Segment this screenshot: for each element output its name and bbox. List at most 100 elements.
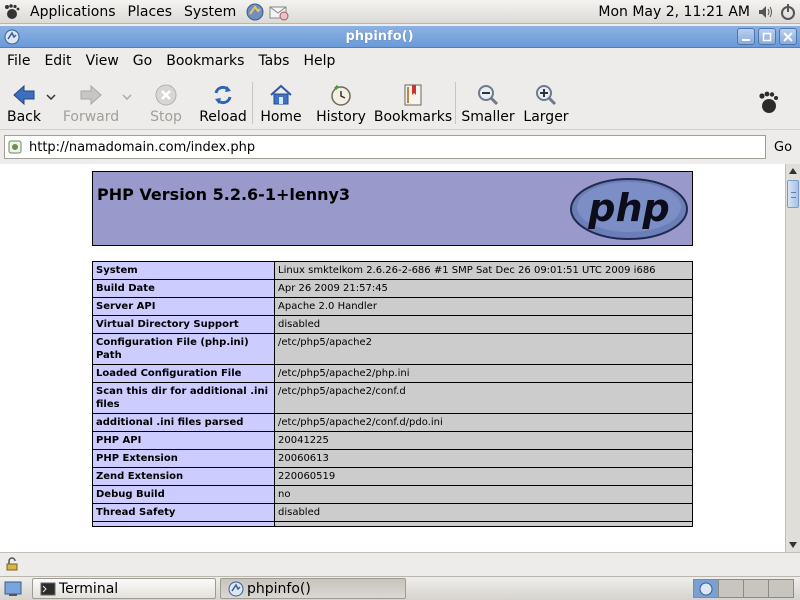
scrollbar-thumb[interactable]	[787, 180, 799, 208]
taskbar-terminal[interactable]: Terminal	[32, 578, 216, 599]
toolbar-separator	[252, 82, 253, 124]
php-logo-icon[interactable]: php	[569, 177, 689, 241]
row-key: System	[92, 261, 275, 280]
show-desktop-icon[interactable]	[2, 578, 24, 600]
php-version-title: PHP Version 5.2.6-1+lenny3	[97, 185, 351, 204]
browser-icon	[225, 581, 247, 597]
php-version-header: PHP Version 5.2.6-1+lenny3 php	[92, 171, 693, 246]
row-key: PHP Extension	[92, 449, 275, 468]
back-label: Back	[7, 109, 41, 125]
forward-button[interactable]: Forward	[62, 74, 120, 130]
home-label: Home	[260, 109, 302, 125]
go-button[interactable]: Go	[774, 140, 792, 155]
browser-icon	[699, 582, 713, 595]
table-row: Debug Build no	[92, 485, 693, 504]
menu-view[interactable]: View	[79, 49, 126, 73]
table-row: Virtual Directory Support disabled	[92, 315, 693, 334]
minimize-icon	[742, 38, 750, 41]
gnome-foot-icon[interactable]	[0, 0, 24, 24]
taskbar-phpinfo[interactable]: phpinfo()	[220, 578, 406, 599]
workspace-1[interactable]	[693, 579, 719, 598]
forward-history-dropdown[interactable]	[118, 74, 136, 100]
location-bar: http://namadomain.com/index.php Go	[0, 132, 800, 162]
top-panel: Applications Places System Mon May 2, 11…	[0, 0, 800, 24]
url-input[interactable]: http://namadomain.com/index.php	[4, 135, 766, 159]
reload-button[interactable]: Reload	[199, 74, 247, 130]
workspace-2[interactable]	[718, 579, 744, 598]
table-row: PHP API 20041225	[92, 431, 693, 450]
clock[interactable]: Mon May 2, 11:21 AM	[598, 4, 756, 20]
close-button[interactable]	[779, 28, 797, 45]
taskbar-terminal-label: Terminal	[59, 580, 119, 597]
minimize-button[interactable]	[737, 28, 755, 45]
row-key: Virtual Directory Support	[92, 315, 275, 334]
stop-button[interactable]: Stop	[146, 74, 186, 130]
web-browser-launcher-icon[interactable]	[244, 1, 266, 23]
back-button[interactable]: Back	[6, 74, 42, 130]
table-row: Configuration File (php.ini) Path/etc/ph…	[92, 333, 693, 365]
home-icon	[268, 82, 294, 108]
row-value	[274, 521, 693, 527]
home-button[interactable]: Home	[259, 74, 303, 130]
row-value: /etc/php5/apache2	[274, 333, 693, 365]
bookmarks-label: Bookmarks	[373, 109, 453, 125]
bookmarks-button[interactable]: Bookmarks	[373, 74, 453, 130]
scroll-up-arrow-icon[interactable]	[786, 164, 800, 178]
larger-label: Larger	[523, 109, 569, 125]
menu-tabs[interactable]: Tabs	[251, 49, 296, 73]
menu-file[interactable]: File	[0, 49, 37, 73]
chevron-down-icon	[122, 94, 132, 100]
vertical-scrollbar[interactable]	[785, 164, 800, 552]
navigation-toolbar: Back Forward Stop Reload Home History Bo…	[0, 74, 800, 130]
volume-icon[interactable]	[756, 2, 776, 22]
menu-bookmarks[interactable]: Bookmarks	[159, 49, 251, 73]
row-value: 20041225	[274, 431, 693, 450]
workspace-3[interactable]	[743, 579, 769, 598]
status-bar	[0, 552, 800, 574]
menu-go[interactable]: Go	[126, 49, 159, 73]
browser-window-icon[interactable]	[2, 27, 22, 47]
bookmarks-icon	[400, 82, 426, 108]
history-button[interactable]: History	[316, 74, 366, 130]
power-icon[interactable]	[778, 2, 798, 22]
forward-label: Forward	[62, 109, 120, 125]
insecure-lock-icon[interactable]	[2, 554, 22, 574]
row-key	[92, 521, 275, 527]
maximize-icon	[762, 32, 772, 41]
stop-icon	[153, 82, 179, 108]
svg-text:php: php	[587, 186, 669, 230]
mail-launcher-icon[interactable]	[268, 1, 290, 23]
table-row: Scan this dir for additional .ini files /…	[92, 382, 693, 414]
menu-edit[interactable]: Edit	[37, 49, 78, 73]
forward-arrow-icon	[78, 82, 104, 108]
row-key: Loaded Configuration File	[92, 364, 275, 383]
window-title: phpinfo()	[345, 29, 414, 44]
applications-menu[interactable]: Applications	[24, 0, 122, 24]
row-key: Server API	[92, 297, 275, 316]
row-key: Debug Build	[92, 485, 275, 504]
window-titlebar[interactable]: phpinfo()	[0, 26, 800, 48]
menu-help[interactable]: Help	[296, 49, 342, 73]
maximize-button[interactable]	[758, 28, 776, 45]
system-menu[interactable]: System	[178, 0, 242, 24]
page-content[interactable]: PHP Version 5.2.6-1+lenny3 php System Lin…	[0, 164, 785, 552]
row-value: /etc/php5/apache2/php.ini	[274, 364, 693, 383]
gnome-throbber-icon	[756, 74, 786, 120]
url-text[interactable]: http://namadomain.com/index.php	[29, 140, 255, 155]
row-key: additional .ini files parsed	[92, 413, 275, 432]
places-menu[interactable]: Places	[122, 0, 179, 24]
workspace-switcher[interactable]	[693, 579, 794, 598]
menubar: File Edit View Go Bookmarks Tabs Help	[0, 49, 800, 73]
back-history-dropdown[interactable]	[42, 74, 60, 100]
row-value: disabled	[274, 503, 693, 522]
row-key: PHP API	[92, 431, 275, 450]
row-value: no	[274, 485, 693, 504]
row-value: /etc/php5/apache2/conf.d/pdo.ini	[274, 413, 693, 432]
workspace-4[interactable]	[768, 579, 794, 598]
table-row: Loaded Configuration File/etc/php5/apach…	[92, 364, 693, 383]
zoom-in-button[interactable]: Larger	[523, 74, 569, 130]
scroll-down-arrow-icon[interactable]	[786, 538, 800, 552]
zoom-out-button[interactable]: Smaller	[461, 74, 515, 130]
chevron-down-icon	[46, 94, 56, 100]
row-value: 20060613	[274, 449, 693, 468]
